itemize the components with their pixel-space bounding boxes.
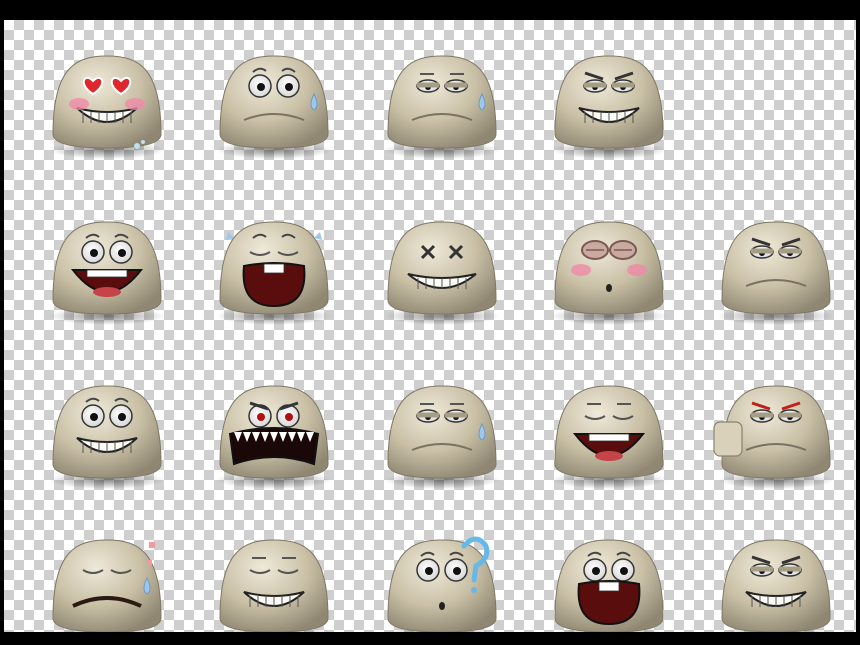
head-body: [387, 221, 497, 315]
mouth-scream: [577, 580, 641, 626]
extra-pink-bits: [147, 542, 155, 565]
emoticon-knocked-out: [384, 221, 500, 325]
emoticon-confused: [385, 536, 499, 632]
emoticon-worried: [384, 385, 500, 489]
head-body: [721, 539, 831, 632]
emoticon-mischievous: [719, 539, 833, 632]
emoticon-furious: [216, 385, 332, 489]
emoticon-smug-smile: [217, 539, 331, 632]
emoticon-shocked: [552, 539, 666, 632]
head-body: [554, 55, 664, 149]
head-body: [52, 221, 162, 315]
emoticon-happy-laugh: [551, 385, 667, 489]
emoticon-grinning: [49, 385, 165, 489]
emoticon-dismayed: [50, 539, 164, 632]
emoticon-surprised: [216, 55, 332, 159]
head-body: [52, 385, 162, 479]
head-body: [554, 385, 664, 479]
head-body: [721, 221, 831, 315]
mouth-tiny: [439, 602, 445, 610]
head-body: [219, 539, 329, 632]
mouth-scream: [242, 262, 306, 308]
transparency-checkerboard: [4, 20, 856, 632]
emoticon-tearful: [384, 55, 500, 159]
emoticon-angry: [551, 55, 667, 159]
head-body: [52, 55, 162, 149]
emoticon-blushing: [551, 221, 667, 325]
head-body: [387, 539, 497, 632]
emoticon-grid: [49, 55, 834, 632]
emoticon-crying: [216, 221, 332, 325]
head-body: [554, 221, 664, 315]
emoticon-laughing: [49, 221, 165, 325]
extra-thumb-down: [713, 421, 743, 457]
emoticon-sad: [718, 221, 834, 325]
mouth-tiny: [606, 284, 612, 292]
emoticon-thumbs-down: [713, 385, 834, 489]
emoticon-in-love: [49, 55, 165, 159]
